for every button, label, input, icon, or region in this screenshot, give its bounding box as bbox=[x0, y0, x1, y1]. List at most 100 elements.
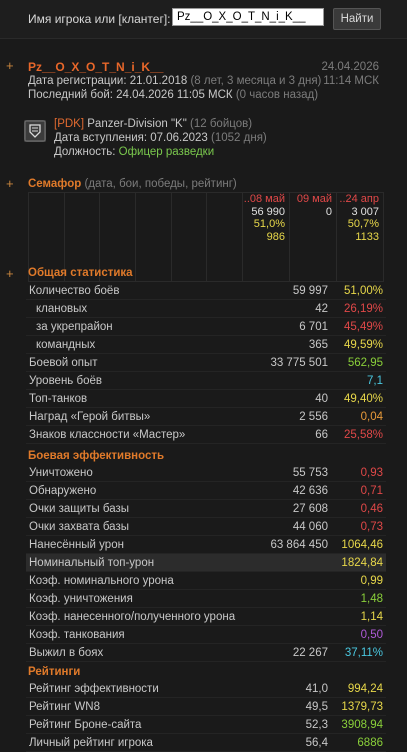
general-stats-table: Количество боёв 59 997 51,00% клановых 42 26,… bbox=[26, 282, 386, 444]
stat-value: 1,48 bbox=[331, 589, 386, 608]
registration-age: (8 лет, 3 месяца и 3 дня) bbox=[190, 75, 322, 87]
find-button[interactable]: Найти bbox=[333, 8, 381, 30]
stat-count bbox=[231, 607, 331, 626]
semafor-wins: 51,0% bbox=[253, 218, 285, 230]
stat-value: 49,40% bbox=[331, 389, 386, 408]
stat-value: 25,58% bbox=[331, 425, 386, 444]
stat-value: 0,93 bbox=[331, 464, 386, 482]
stat-count: 56,4 bbox=[231, 733, 331, 752]
efficiency-stat-row: Очки захвата базы 44 060 0,73 bbox=[26, 517, 386, 536]
expand-plus-icon[interactable]: + bbox=[6, 58, 14, 73]
clan-role: Офицер разведки bbox=[118, 146, 215, 158]
stat-value: 1,14 bbox=[331, 607, 386, 626]
semafor-battles: 3 007 bbox=[351, 205, 379, 218]
stat-label: Количество боёв bbox=[26, 282, 231, 300]
search-bar: Имя игрока или [клантег]: Найти bbox=[0, 0, 407, 39]
stat-count: 40 bbox=[231, 389, 331, 408]
general-stat-row: Знаков классности «Мастер» 66 25,58% bbox=[26, 425, 386, 444]
general-stat-row: Количество боёв 59 997 51,00% bbox=[26, 282, 386, 300]
stat-count bbox=[231, 625, 331, 644]
stat-value: 6886 bbox=[331, 733, 386, 752]
stat-count: 63 864 450 bbox=[231, 535, 331, 554]
player-search-input[interactable] bbox=[172, 8, 324, 26]
semafor-empty-cell bbox=[206, 192, 243, 282]
last-battle-age: (0 часов назад) bbox=[235, 89, 319, 101]
stat-label: Очки захвата базы bbox=[26, 517, 231, 536]
efficiency-title: Боевая эффективность bbox=[28, 450, 165, 462]
expand-plus-icon[interactable]: + bbox=[6, 176, 14, 191]
clan-role-line: Должность: Офицер разведки bbox=[54, 146, 214, 158]
general-stat-row: командных 365 49,59% bbox=[26, 335, 386, 354]
stat-value: 3908,94 bbox=[331, 715, 386, 734]
rating-row: Рейтинг Броне-сайта 52,3 3908,94 bbox=[26, 715, 386, 734]
stat-label: Коэф. уничтожения bbox=[26, 589, 231, 608]
stat-label: Боевой опыт bbox=[26, 353, 231, 372]
stat-count: 59 997 bbox=[231, 282, 331, 300]
stat-value: 37,11% bbox=[331, 643, 386, 662]
semafor-date: 09 май bbox=[296, 193, 332, 205]
semafor-date: ..24 апр bbox=[339, 193, 379, 205]
stat-count: 22 267 bbox=[231, 643, 331, 662]
stat-count: 41,0 bbox=[231, 680, 331, 698]
efficiency-stat-row: Коэф. номинального урона 0,99 bbox=[26, 571, 386, 590]
stat-value: 0,71 bbox=[331, 481, 386, 500]
semafor-date: ..08 май bbox=[243, 193, 285, 205]
stat-count: 52,3 bbox=[231, 715, 331, 734]
clan-name[interactable]: Panzer-Division "K" bbox=[87, 118, 187, 130]
stat-count: 66 bbox=[231, 425, 331, 444]
stat-value: 1824,84 bbox=[331, 553, 386, 572]
stat-value: 994,24 bbox=[331, 680, 386, 698]
stat-value: 1379,73 bbox=[331, 697, 386, 716]
expand-plus-icon[interactable]: + bbox=[6, 266, 14, 281]
stat-label: Наград «Герой битвы» bbox=[26, 407, 231, 426]
stat-value: 0,99 bbox=[331, 571, 386, 590]
semafor-title: Семафор bbox=[28, 178, 82, 190]
stat-label: Рейтинг Броне-сайта bbox=[26, 715, 231, 734]
stat-label: клановых bbox=[26, 299, 231, 318]
efficiency-stat-row: Выжил в боях 22 267 37,11% bbox=[26, 643, 386, 662]
stat-label: Коэф. танкования bbox=[26, 625, 231, 644]
last-battle: Последний бой: 24.04.2026 11:05 МСК bbox=[28, 89, 233, 101]
semafor-empty-cell bbox=[134, 192, 172, 282]
stat-label: Уровень боёв bbox=[26, 371, 231, 390]
stat-value: 7,1 bbox=[331, 371, 386, 390]
stat-label: Личный рейтинг игрока bbox=[26, 733, 231, 752]
stat-count bbox=[231, 571, 331, 590]
semafor-col-3: ..24 апр 3 007 50,7% 1133 bbox=[336, 192, 384, 282]
efficiency-stat-row: Коэф. нанесенного/полученного урона 1,14 bbox=[26, 607, 386, 626]
general-stat-row: Наград «Герой битвы» 2 556 0,04 bbox=[26, 407, 386, 426]
semafor-empty-cell bbox=[170, 192, 208, 282]
rating-row: Рейтинг эффективности 41,0 994,24 bbox=[26, 680, 386, 698]
stat-label: Очки защиты базы bbox=[26, 499, 231, 518]
stat-count: 49,5 bbox=[231, 697, 331, 716]
clan-tag[interactable]: [PDK] bbox=[54, 118, 84, 130]
semafor-rating: 1133 bbox=[355, 230, 379, 243]
clan-members: (12 бойцов) bbox=[190, 118, 253, 130]
stat-label: Рейтинг эффективности bbox=[26, 680, 231, 698]
stat-value: 26,19% bbox=[331, 299, 386, 318]
stat-value: 562,95 bbox=[331, 353, 386, 372]
stat-count bbox=[231, 589, 331, 608]
semafor-col-1: ..08 май 56 990 51,0% 986 bbox=[242, 192, 290, 282]
player-name: Pz__O_X_O_T_N_i_K__ bbox=[28, 60, 164, 74]
rating-row: Рейтинг WN8 49,5 1379,73 bbox=[26, 697, 386, 716]
ratings-table: Рейтинг эффективности 41,0 994,24 Рейтинг W… bbox=[26, 680, 386, 752]
stat-count: 6 701 bbox=[231, 317, 331, 336]
stat-label: командных bbox=[26, 335, 231, 354]
stat-count: 55 753 bbox=[231, 464, 331, 482]
clan-join-date: Дата вступления: 07.06.2023 bbox=[54, 132, 208, 144]
stat-count bbox=[231, 553, 331, 572]
general-stat-row: Боевой опыт 33 775 501 562,95 bbox=[26, 353, 386, 372]
efficiency-stat-row: Уничтожено 55 753 0,93 bbox=[26, 464, 386, 482]
efficiency-stat-row: Коэф. уничтожения 1,48 bbox=[26, 589, 386, 608]
efficiency-stat-row: Номинальный топ-урон 1824,84 bbox=[26, 553, 386, 572]
ratings-title: Рейтинги bbox=[28, 666, 81, 678]
efficiency-stat-row: Нанесённый урон 63 864 450 1064,46 bbox=[26, 535, 386, 554]
stat-count: 365 bbox=[231, 335, 331, 354]
general-stat-row: клановых 42 26,19% bbox=[26, 299, 386, 318]
general-stat-row: Уровень боёв 7,1 bbox=[26, 371, 386, 390]
semafor-header: Семафор (дата, бои, победы, рейтинг) bbox=[28, 178, 237, 190]
stat-label: за укрепрайон bbox=[26, 317, 231, 336]
semafor-subtitle: (дата, бои, победы, рейтинг) bbox=[84, 178, 237, 190]
general-stat-row: за укрепрайон 6 701 45,49% bbox=[26, 317, 386, 336]
